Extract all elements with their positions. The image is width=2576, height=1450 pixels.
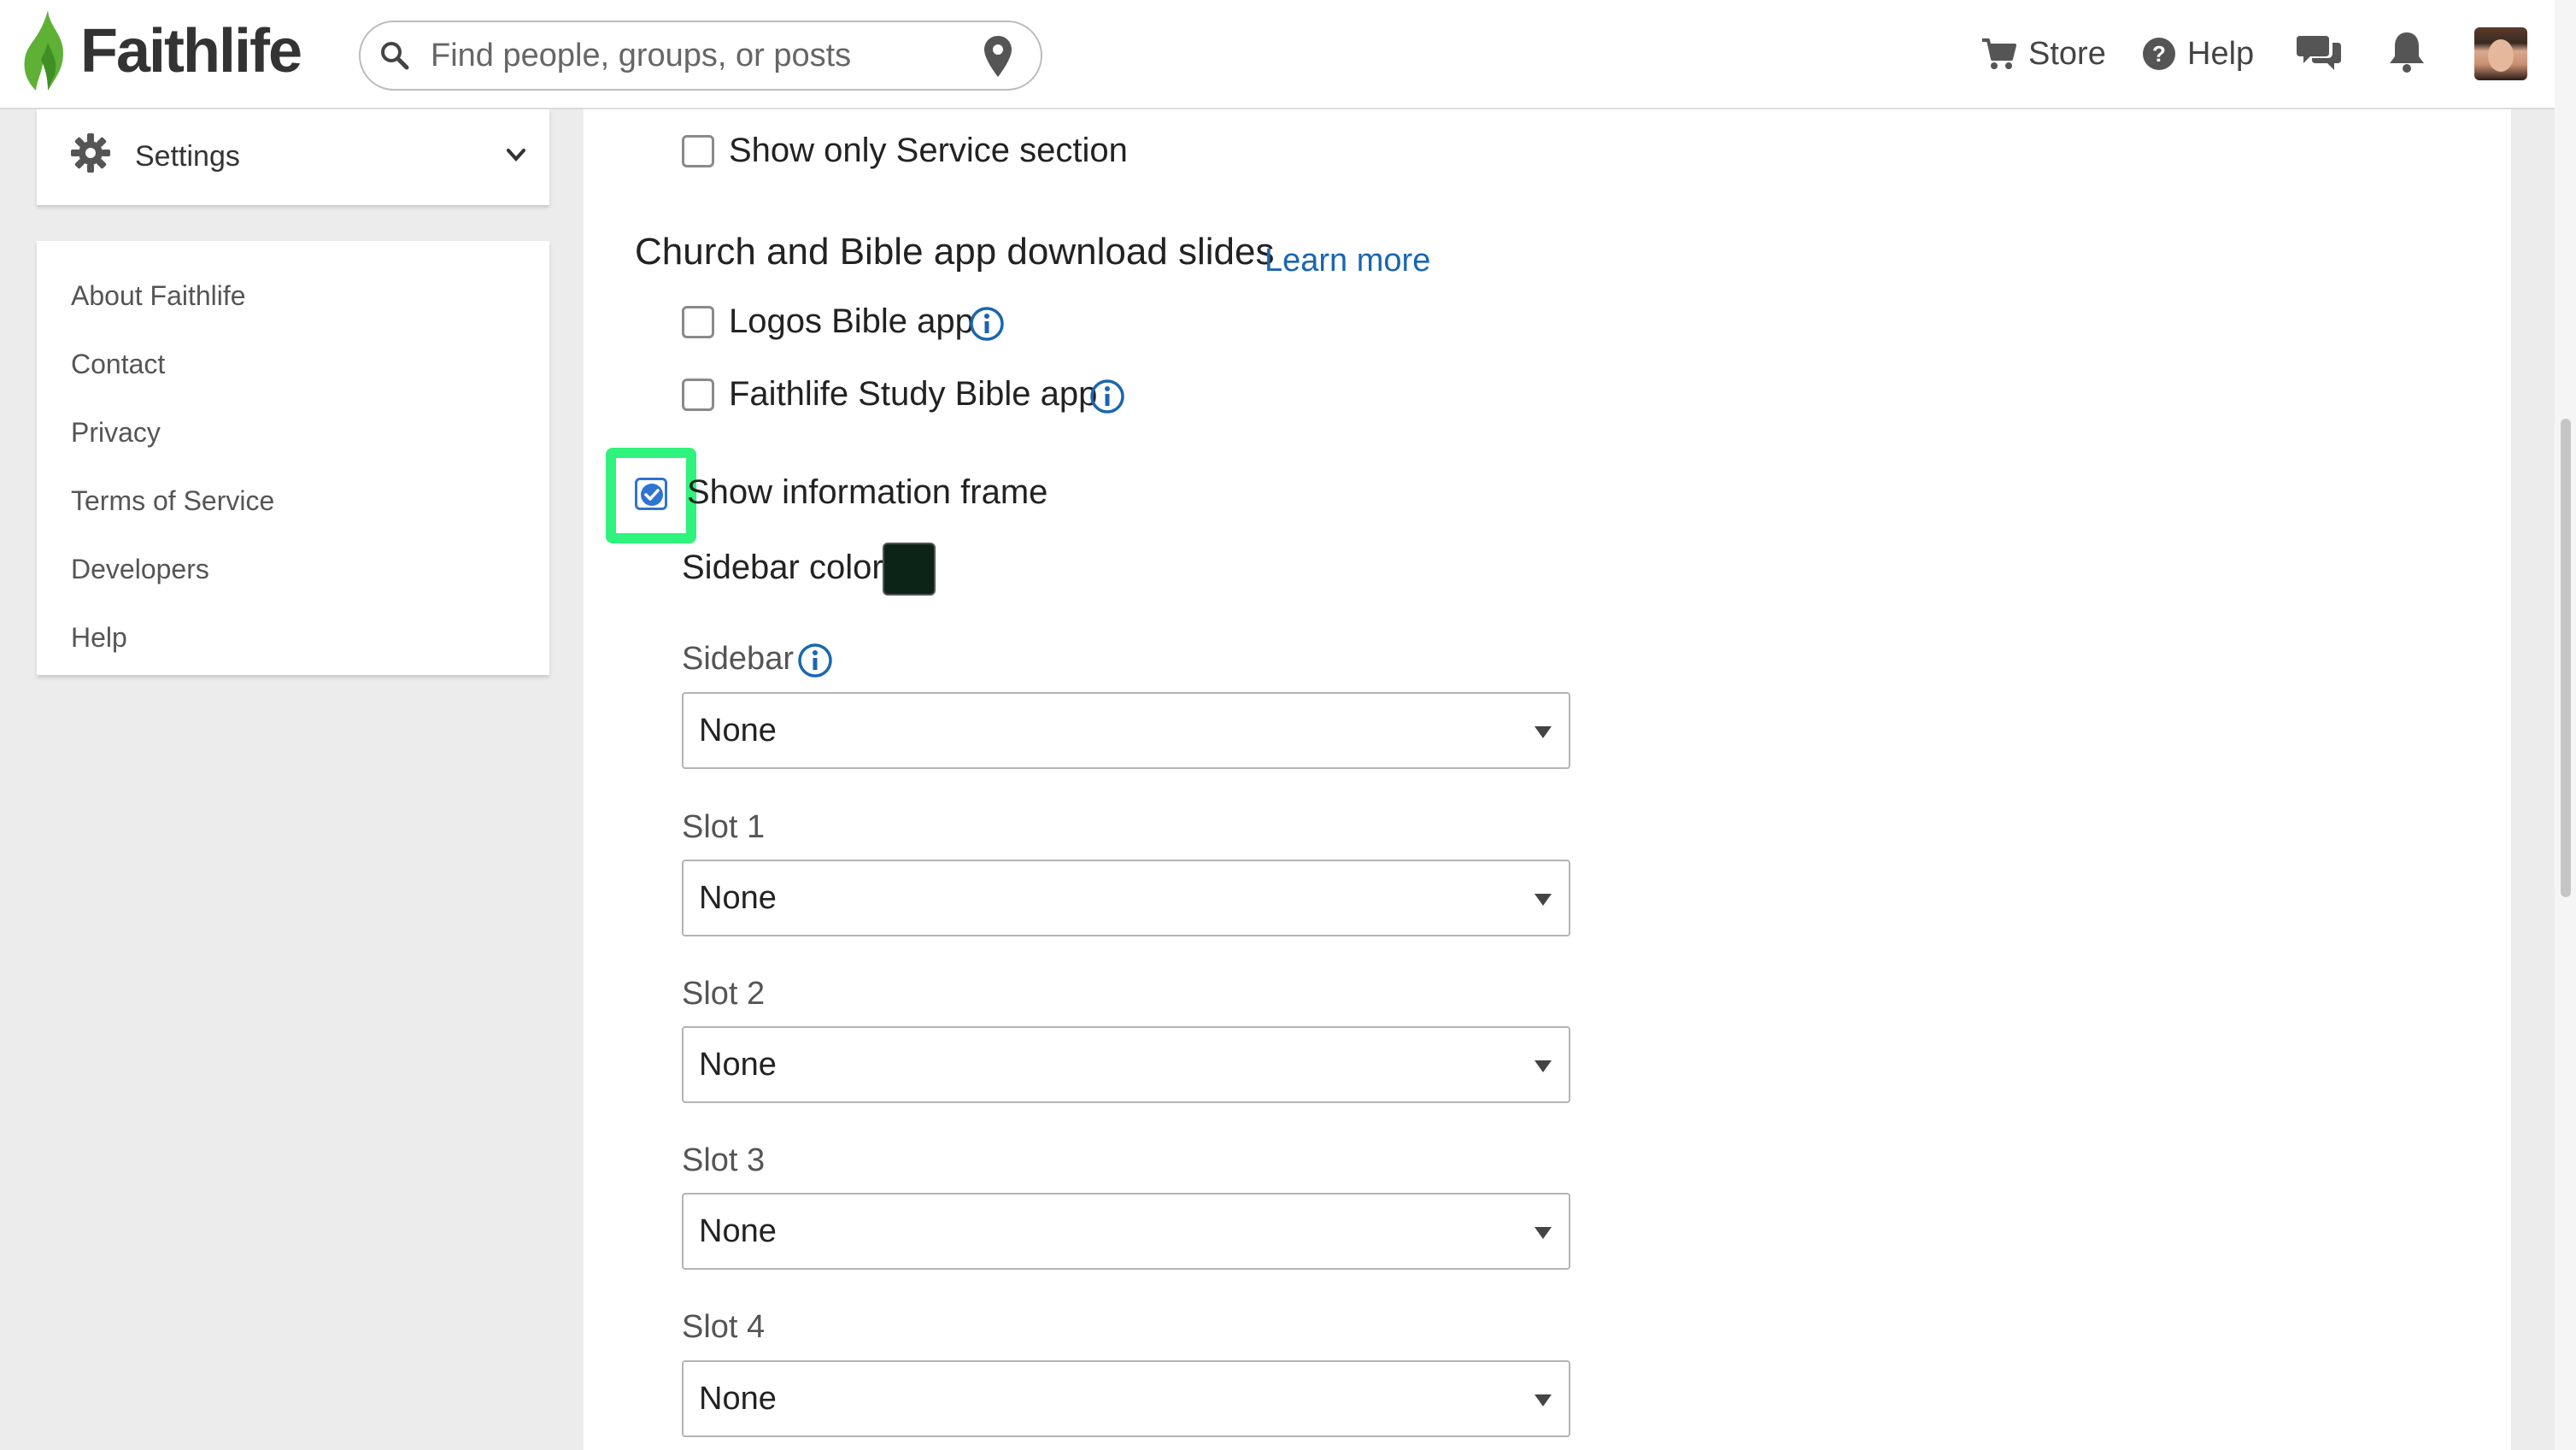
sidebar-color-swatch[interactable] bbox=[883, 543, 936, 596]
link-terms[interactable]: Terms of Service bbox=[37, 477, 549, 545]
search-icon bbox=[381, 42, 409, 70]
dropdown-caret-icon bbox=[1534, 894, 1552, 906]
show-service-checkbox[interactable] bbox=[682, 135, 714, 167]
user-avatar[interactable] bbox=[2474, 27, 2527, 80]
search-input[interactable] bbox=[431, 37, 960, 74]
svg-text:?: ? bbox=[2152, 41, 2166, 67]
help-label: Help bbox=[2187, 35, 2255, 72]
link-contact[interactable]: Contact bbox=[37, 340, 549, 408]
show-service-label: Show only Service section bbox=[729, 132, 1128, 169]
page-scrollbar-thumb[interactable] bbox=[2561, 419, 2571, 897]
gear-icon bbox=[71, 133, 110, 173]
slot-4-label: Slot 4 bbox=[682, 1309, 766, 1345]
info-icon[interactable] bbox=[797, 643, 833, 678]
slot-4-select[interactable]: None bbox=[682, 1360, 1570, 1437]
logos-app-checkbox[interactable] bbox=[682, 306, 714, 338]
slot-1-select[interactable]: None bbox=[682, 860, 1570, 936]
info-icon[interactable] bbox=[1089, 379, 1125, 414]
footer-links-card: About Faithlife Contact Privacy Terms of… bbox=[37, 241, 549, 675]
sidebar-select-label: Sidebar bbox=[682, 641, 794, 677]
study-app-checkbox[interactable] bbox=[682, 379, 714, 411]
slot-2-label: Slot 2 bbox=[682, 976, 766, 1012]
flame-logo-icon bbox=[24, 10, 63, 91]
dropdown-caret-icon bbox=[1534, 1227, 1552, 1239]
link-help[interactable]: Help bbox=[37, 613, 549, 682]
store-link[interactable]: Store bbox=[1980, 24, 2106, 84]
notifications-bell-icon[interactable] bbox=[2388, 31, 2426, 73]
sidebar-select-value: None bbox=[699, 713, 777, 748]
learn-more-link[interactable]: Learn more bbox=[1265, 243, 1430, 279]
help-link[interactable]: ? Help bbox=[2141, 24, 2254, 84]
sidebar-color-label: Sidebar color bbox=[682, 549, 883, 586]
help-icon: ? bbox=[2143, 38, 2175, 70]
store-label: Store bbox=[2028, 35, 2106, 72]
search-bar[interactable] bbox=[359, 21, 1042, 91]
avatar-face bbox=[2488, 39, 2514, 72]
dropdown-caret-icon bbox=[1534, 1394, 1552, 1406]
footer-links-list: About Faithlife Contact Privacy Terms of… bbox=[37, 241, 549, 682]
logos-app-label: Logos Bible app bbox=[729, 302, 974, 340]
download-slides-title: Church and Bible app download slides bbox=[635, 231, 1275, 273]
slot-3-value: None bbox=[699, 1213, 777, 1249]
messages-icon[interactable] bbox=[2297, 32, 2341, 73]
slot-3-label: Slot 3 bbox=[682, 1142, 766, 1178]
link-about[interactable]: About Faithlife bbox=[37, 272, 549, 340]
info-icon[interactable] bbox=[969, 306, 1005, 342]
info-frame-checkbox[interactable] bbox=[635, 478, 667, 510]
settings-label: Settings bbox=[135, 140, 240, 173]
brand-name: Faithlife bbox=[80, 17, 302, 85]
settings-dropdown[interactable]: Settings bbox=[37, 109, 549, 205]
cart-icon bbox=[1982, 38, 2016, 69]
dropdown-caret-icon bbox=[1534, 726, 1552, 738]
link-developers[interactable]: Developers bbox=[37, 545, 549, 613]
slot-1-value: None bbox=[699, 880, 777, 916]
sidebar-select[interactable]: None bbox=[682, 692, 1570, 769]
checkmark-icon bbox=[641, 484, 663, 506]
slot-2-select[interactable]: None bbox=[682, 1026, 1570, 1103]
location-pin-icon[interactable] bbox=[981, 34, 1015, 79]
slot-1-label: Slot 1 bbox=[682, 809, 766, 845]
faithlife-logo[interactable]: Faithlife bbox=[19, 9, 302, 94]
dropdown-caret-icon bbox=[1534, 1060, 1552, 1072]
chevron-down-icon bbox=[507, 149, 525, 161]
link-privacy[interactable]: Privacy bbox=[37, 408, 549, 477]
info-frame-label: Show information frame bbox=[687, 473, 1048, 511]
slot-4-value: None bbox=[699, 1381, 777, 1417]
slot-3-select[interactable]: None bbox=[682, 1193, 1570, 1270]
top-navigation-bar: Faithlife Store ? Help bbox=[0, 0, 2555, 109]
study-app-label: Faithlife Study Bible app bbox=[729, 375, 1098, 413]
slot-2-value: None bbox=[699, 1047, 777, 1083]
